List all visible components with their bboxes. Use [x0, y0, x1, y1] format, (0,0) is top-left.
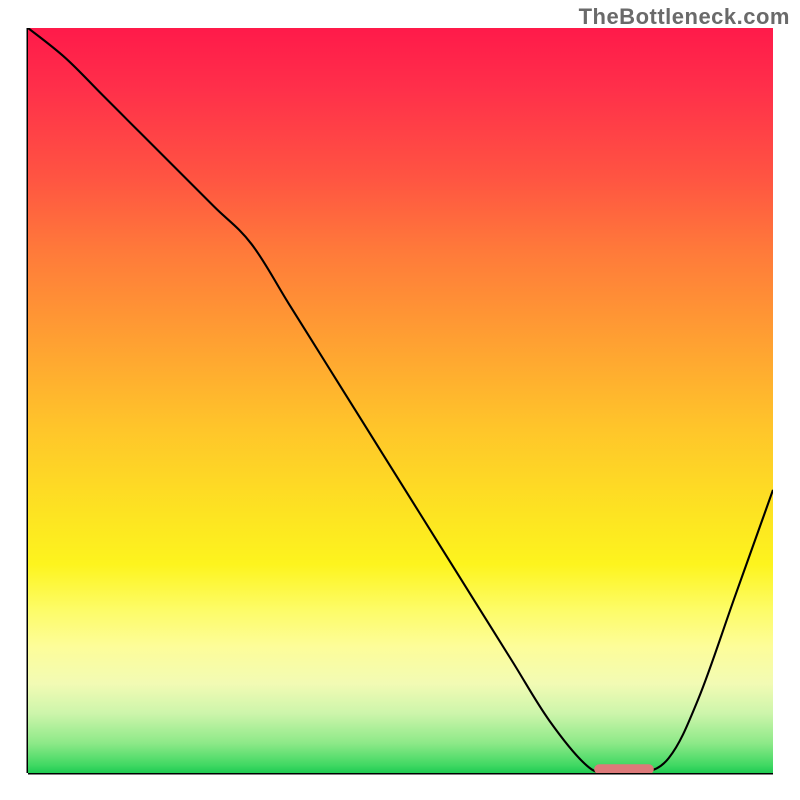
chart-curve-layer: [28, 28, 773, 773]
chart-marker: [594, 764, 654, 773]
chart-plot-area: [28, 28, 773, 773]
chart-line-series: [28, 28, 773, 773]
